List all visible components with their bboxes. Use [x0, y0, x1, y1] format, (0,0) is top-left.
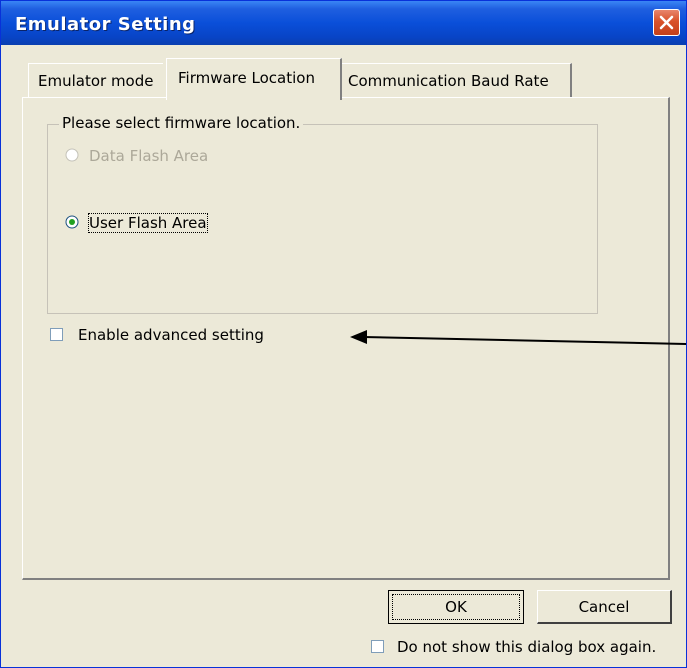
radio-unselected-icon	[65, 148, 79, 162]
tab-communication-baud-rate[interactable]: Communication Baud Rate	[341, 63, 572, 97]
radio-selected-icon	[65, 215, 79, 229]
tab-emulator-mode[interactable]: Emulator mode	[28, 63, 163, 97]
cancel-button-label: Cancel	[578, 598, 630, 616]
tab-firmware-location[interactable]: Firmware Location	[166, 58, 342, 100]
checkbox-box	[50, 328, 63, 341]
ok-button[interactable]: OK	[388, 590, 524, 624]
dont-show-again-label: Do not show this dialog box again.	[397, 638, 657, 656]
title-bar[interactable]: Emulator Setting	[1, 1, 686, 45]
ok-button-label: OK	[445, 598, 467, 616]
cancel-button[interactable]: Cancel	[537, 590, 672, 624]
groupbox-legend: Please select firmware location.	[59, 114, 304, 132]
close-button[interactable]	[653, 9, 680, 36]
emulator-setting-dialog: Emulator Setting Emulator mode Firmware …	[0, 0, 687, 668]
window-title: Emulator Setting	[15, 14, 196, 35]
checkbox-box	[371, 640, 384, 653]
radio-label-user-flash-area: User Flash Area	[88, 213, 208, 233]
close-icon	[659, 15, 674, 30]
enable-advanced-setting-label: Enable advanced setting	[78, 326, 264, 344]
radio-label-data-flash-area: Data Flash Area	[89, 147, 209, 165]
